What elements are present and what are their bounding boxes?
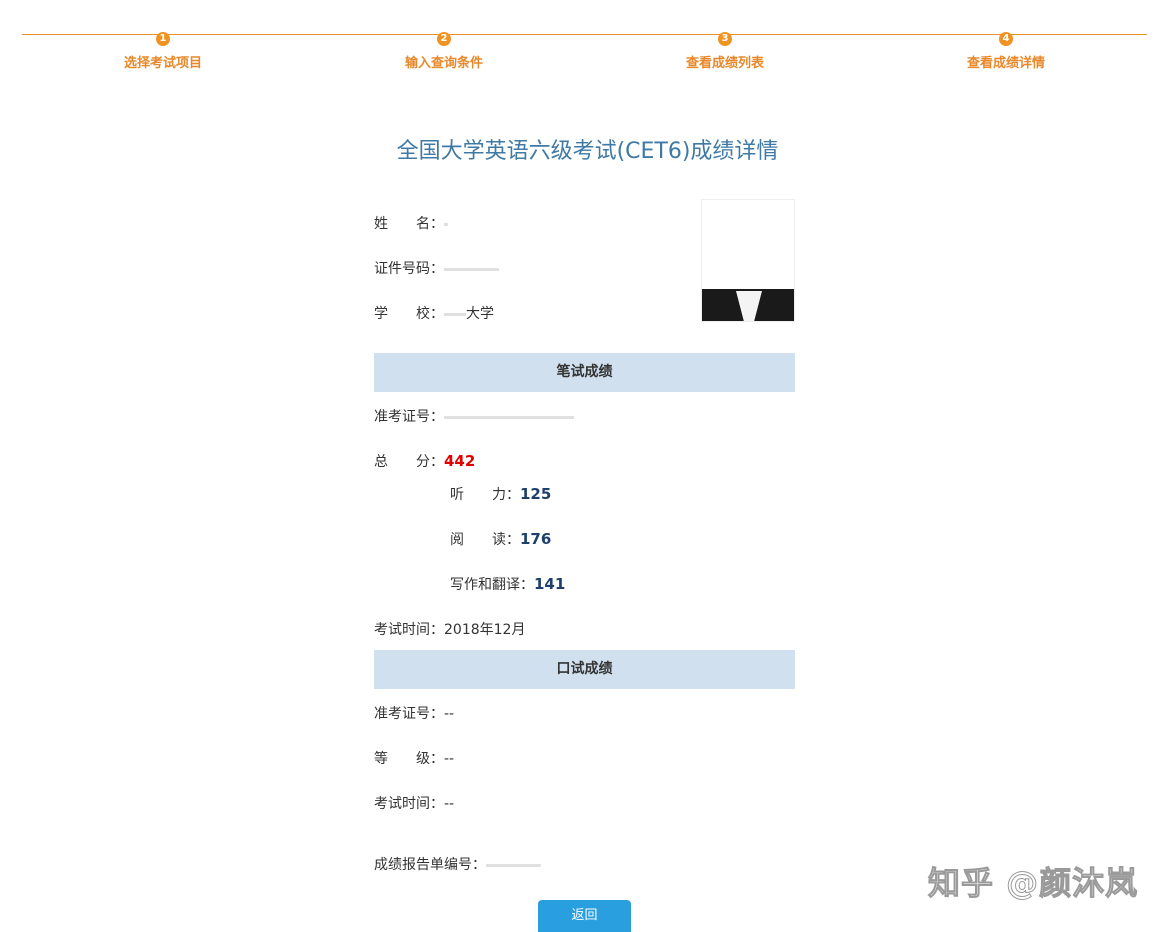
oral-grade-label: 等 级： (374, 751, 444, 767)
step-label: 选择考试项目 (123, 56, 202, 71)
oral-time-label: 考试时间： (374, 796, 444, 812)
writing-row: 写作和翻译：141 (450, 574, 565, 594)
oral-ticket-label: 准考证号： (374, 706, 444, 722)
candidate-photo (701, 199, 795, 322)
report-number-label: 成绩报告单编号： (374, 857, 486, 873)
listening-value: 125 (520, 485, 552, 503)
name-value-redacted (444, 222, 448, 226)
writing-value: 141 (534, 575, 566, 593)
watermark: 知乎 @颜沐岚 (927, 864, 1139, 903)
reading-row: 阅 读：176 (450, 529, 551, 549)
id-row: 证件号码： (374, 258, 499, 278)
step-progress: 1 选择考试项目 2 输入查询条件 3 查看成绩列表 4 查看成绩详情 (0, 0, 1175, 80)
total-score-row: 总 分：442 (374, 451, 475, 471)
written-ticket-label: 准考证号： (374, 409, 444, 425)
oral-ticket-value: -- (444, 706, 455, 722)
page-title: 全国大学英语六级考试(CET6)成绩详情 (396, 139, 779, 164)
written-time-label: 考试时间： (374, 622, 444, 638)
step-2: 2 输入查询条件 (344, 26, 544, 71)
school-label: 学 校： (374, 306, 444, 322)
written-ticket-row: 准考证号： (374, 406, 574, 426)
step-3: 3 查看成绩列表 (625, 26, 825, 71)
step-number: 4 (999, 32, 1013, 46)
step-number: 1 (156, 32, 170, 46)
school-value-redacted (444, 312, 466, 316)
school-value: 大学 (466, 306, 494, 322)
step-label: 查看成绩列表 (685, 56, 764, 71)
oral-section-header: 口试成绩 (374, 650, 795, 689)
listening-label: 听 力： (450, 487, 520, 503)
total-score-value: 442 (444, 452, 476, 470)
oral-ticket-row: 准考证号：-- (374, 703, 454, 723)
name-row: 姓 名： (374, 213, 448, 233)
written-ticket-redacted (444, 415, 574, 419)
written-time-row: 考试时间：2018年12月 (374, 619, 525, 639)
name-label: 姓 名： (374, 216, 444, 232)
id-label: 证件号码： (374, 261, 444, 277)
total-score-label: 总 分： (374, 454, 444, 470)
step-label: 查看成绩详情 (966, 56, 1045, 71)
reading-value: 176 (520, 530, 552, 548)
listening-row: 听 力：125 (450, 484, 551, 504)
step-4: 4 查看成绩详情 (906, 26, 1106, 71)
report-number-redacted (486, 863, 541, 867)
step-label: 输入查询条件 (404, 56, 483, 71)
id-value-redacted (444, 267, 499, 271)
writing-label: 写作和翻译： (450, 577, 534, 593)
oral-time-value: -- (444, 796, 455, 812)
oral-time-row: 考试时间：-- (374, 793, 454, 813)
reading-label: 阅 读： (450, 532, 520, 548)
oral-grade-value: -- (444, 751, 455, 767)
report-number-row: 成绩报告单编号： (374, 854, 541, 874)
step-number: 3 (718, 32, 732, 46)
written-time-value: 2018年12月 (444, 622, 526, 638)
step-number: 2 (437, 32, 451, 46)
school-row: 学 校： 大学 (374, 303, 494, 323)
oral-grade-row: 等 级：-- (374, 748, 454, 768)
step-1: 1 选择考试项目 (63, 26, 263, 71)
back-button[interactable]: 返回 (538, 900, 631, 932)
written-section-header: 笔试成绩 (374, 353, 795, 392)
